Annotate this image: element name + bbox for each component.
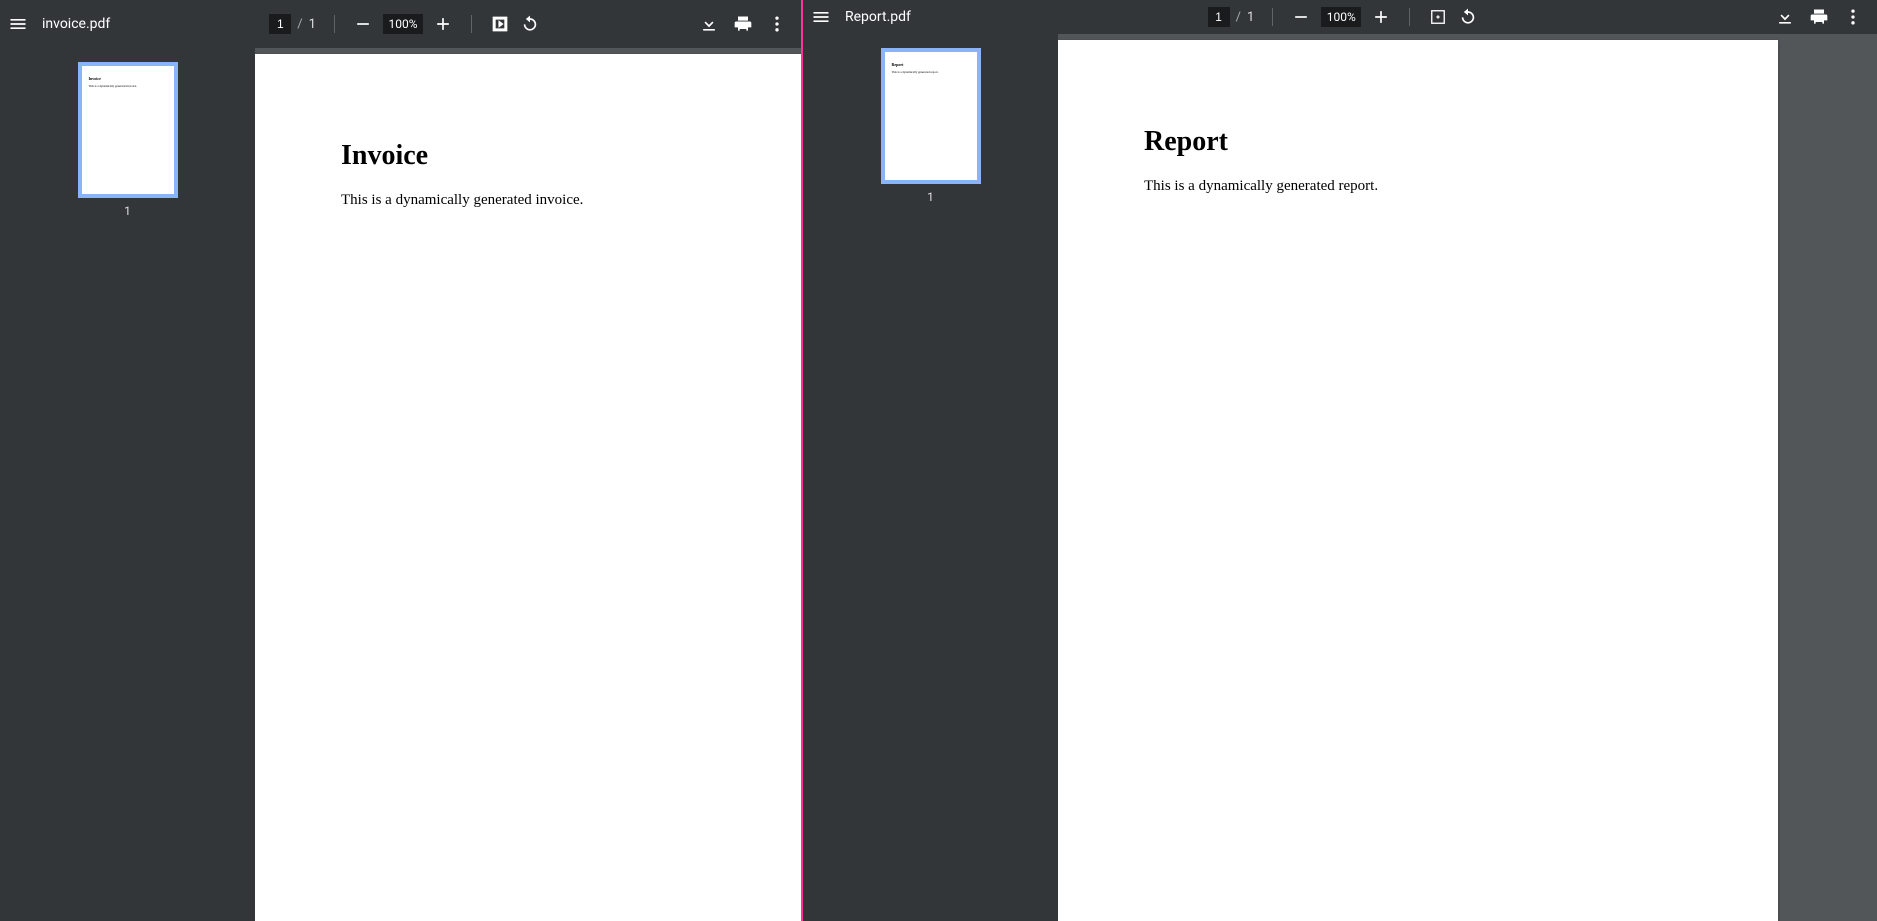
doc-body: This is a dynamically generated report.	[1144, 178, 1692, 195]
page-number-input[interactable]	[1208, 7, 1230, 27]
page-area[interactable]: Invoice This is a dynamically generated …	[255, 48, 801, 921]
menu-icon[interactable]	[8, 14, 28, 34]
pdf-viewer-pane-right: Report.pdf / 1 100%	[803, 0, 1877, 921]
thumb-title: Report	[892, 62, 970, 67]
thumb-title: Invoice	[89, 76, 167, 81]
separator	[1409, 8, 1410, 26]
pdf-viewer-pane-left: invoice.pdf / 1 100%	[0, 0, 803, 921]
zoom-level[interactable]: 100%	[1321, 7, 1361, 27]
thumbnail-number: 1	[927, 190, 934, 204]
fit-page-icon[interactable]	[490, 14, 510, 34]
page-separator: /	[1236, 10, 1241, 25]
download-icon[interactable]	[699, 14, 719, 34]
page-area[interactable]: Report This is a dynamically generated r…	[1058, 34, 1877, 921]
thumb-body: This is a dynamically generated invoice.	[89, 84, 167, 88]
separator	[1272, 8, 1273, 26]
thumbnail-sidebar: Invoice This is a dynamically generated …	[0, 48, 255, 921]
page-number-input[interactable]	[269, 14, 291, 34]
fit-page-icon[interactable]	[1428, 7, 1448, 27]
more-icon[interactable]	[767, 14, 787, 34]
separator	[334, 15, 335, 33]
menu-icon[interactable]	[811, 7, 831, 27]
print-icon[interactable]	[733, 14, 753, 34]
doc-title: Report	[1144, 126, 1692, 158]
zoom-in-icon[interactable]	[433, 14, 453, 34]
pdf-page: Report This is a dynamically generated r…	[1058, 40, 1778, 921]
page-separator: /	[297, 17, 302, 32]
page-indicator: / 1	[1208, 7, 1255, 27]
zoom-out-icon[interactable]	[1291, 7, 1311, 27]
more-icon[interactable]	[1843, 7, 1863, 27]
page-indicator: / 1	[269, 14, 316, 34]
page-thumbnail[interactable]: Report This is a dynamically generated r…	[881, 48, 981, 184]
toolbar: invoice.pdf / 1 100%	[0, 0, 801, 48]
print-icon[interactable]	[1809, 7, 1829, 27]
rotate-icon[interactable]	[520, 14, 540, 34]
rotate-icon[interactable]	[1458, 7, 1478, 27]
zoom-level[interactable]: 100%	[383, 14, 423, 34]
pdf-page: Invoice This is a dynamically generated …	[255, 54, 801, 921]
thumbnail-sidebar: Report This is a dynamically generated r…	[803, 34, 1058, 921]
separator	[471, 15, 472, 33]
doc-title: Invoice	[341, 140, 801, 172]
filename: invoice.pdf	[42, 16, 110, 32]
zoom-out-icon[interactable]	[353, 14, 373, 34]
thumbnail-number: 1	[124, 204, 131, 218]
filename: Report.pdf	[845, 9, 911, 25]
toolbar: Report.pdf / 1 100%	[803, 0, 1877, 34]
page-total: 1	[309, 17, 316, 32]
page-thumbnail[interactable]: Invoice This is a dynamically generated …	[78, 62, 178, 198]
page-total: 1	[1247, 10, 1254, 25]
doc-body: This is a dynamically generated invoice.	[341, 192, 801, 209]
thumb-body: This is a dynamically generated report.	[892, 70, 970, 74]
zoom-in-icon[interactable]	[1371, 7, 1391, 27]
download-icon[interactable]	[1775, 7, 1795, 27]
